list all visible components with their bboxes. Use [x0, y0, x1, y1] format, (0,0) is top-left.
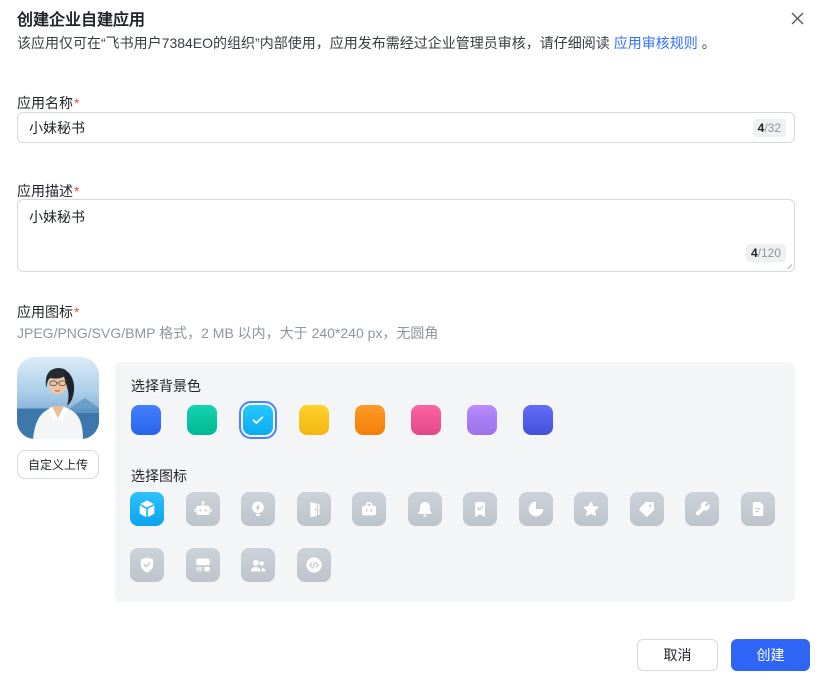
app-icon-preview [17, 357, 99, 439]
icon-config-panel: 选择背景色 选择图标 [115, 362, 795, 602]
app-name-label: 应用名称* [17, 93, 79, 113]
required-asterisk: * [74, 95, 79, 111]
required-asterisk: * [74, 183, 79, 199]
check-icon [250, 412, 266, 428]
required-asterisk: * [74, 304, 79, 320]
people-icon [247, 554, 269, 576]
app-desc-counter: 4/120 [746, 244, 786, 262]
color-swatch-purple[interactable] [467, 405, 497, 435]
icon-tile-cube[interactable] [130, 492, 164, 526]
icon-tile-pie-chart[interactable] [519, 492, 553, 526]
intro-before: 该应用仅可在“飞书用户7384EO的组织”内部使用，应用发布需经过企业管理员审核… [17, 35, 610, 51]
custom-upload-button[interactable]: 自定义上传 [17, 450, 99, 479]
bulb-flash-icon [247, 498, 269, 520]
icon-tile-robot[interactable] [186, 492, 220, 526]
icon-tile-document[interactable] [741, 492, 775, 526]
intro-after: 。 [702, 35, 716, 51]
document-icon [747, 498, 769, 520]
icon-tile-tag[interactable] [630, 492, 664, 526]
app-icon-label: 应用图标* [17, 302, 79, 322]
app-name-input[interactable] [17, 112, 795, 143]
tag-icon [636, 498, 658, 520]
intro-text: 该应用仅可在“飞书用户7384EO的组织”内部使用，应用发布需经过企业管理员审核… [17, 33, 803, 53]
close-button[interactable] [785, 6, 809, 30]
background-color-title: 选择背景色 [131, 376, 201, 396]
door-icon [303, 498, 325, 520]
pie-chart-icon [525, 498, 547, 520]
icon-tile-code[interactable] [297, 548, 331, 582]
shield-check-icon [136, 554, 158, 576]
cube-icon [136, 498, 158, 520]
icon-tile-layout[interactable] [186, 548, 220, 582]
icon-tile-bookmark-check[interactable] [463, 492, 497, 526]
icon-tile-star[interactable] [574, 492, 608, 526]
icon-select-title: 选择图标 [131, 466, 187, 486]
app-desc-textarea[interactable]: 小妹秘书 [17, 199, 795, 272]
app-icon-hint: JPEG/PNG/SVG/BMP 格式，2 MB 以内，大于 240*240 p… [17, 323, 438, 343]
briefcase-icon [358, 498, 380, 520]
app-review-rules-link[interactable]: 应用审核规则 [614, 35, 698, 51]
bell-icon [414, 498, 436, 520]
cancel-button[interactable]: 取消 [637, 639, 718, 671]
close-icon [788, 9, 807, 28]
icon-tile-shield-check[interactable] [130, 548, 164, 582]
icon-tile-wrench[interactable] [685, 492, 719, 526]
create-button[interactable]: 创建 [731, 639, 810, 671]
icon-tile-bulb-flash[interactable] [241, 492, 275, 526]
icon-tile-briefcase[interactable] [352, 492, 386, 526]
color-swatch-green[interactable] [187, 405, 217, 435]
color-swatch-pink[interactable] [411, 405, 441, 435]
robot-icon [192, 498, 214, 520]
icon-tile-people[interactable] [241, 548, 275, 582]
code-icon [303, 554, 325, 576]
color-swatch-blue[interactable] [131, 405, 161, 435]
icon-tile-bell[interactable] [408, 492, 442, 526]
avatar-image [17, 357, 99, 439]
app-desc-field: 小妹秘书 4/120 [17, 199, 795, 272]
wrench-icon [691, 498, 713, 520]
color-swatch-yellow[interactable] [299, 405, 329, 435]
app-desc-label: 应用描述* [17, 181, 79, 201]
icon-grid [130, 492, 778, 582]
layout-icon [192, 554, 214, 576]
icon-tile-door[interactable] [297, 492, 331, 526]
app-name-field: 4/32 [17, 112, 795, 143]
bookmark-check-icon [469, 498, 491, 520]
app-name-counter: 4/32 [753, 119, 786, 137]
dialog-title: 创建企业自建应用 [17, 6, 145, 30]
color-swatch-cyan[interactable] [243, 405, 273, 435]
color-swatch-list [131, 405, 553, 435]
create-app-dialog: 创建企业自建应用 该应用仅可在“飞书用户7384EO的组织”内部使用，应用发布需… [0, 0, 819, 687]
color-swatch-orange[interactable] [355, 405, 385, 435]
color-swatch-indigo[interactable] [523, 405, 553, 435]
star-icon [580, 498, 602, 520]
